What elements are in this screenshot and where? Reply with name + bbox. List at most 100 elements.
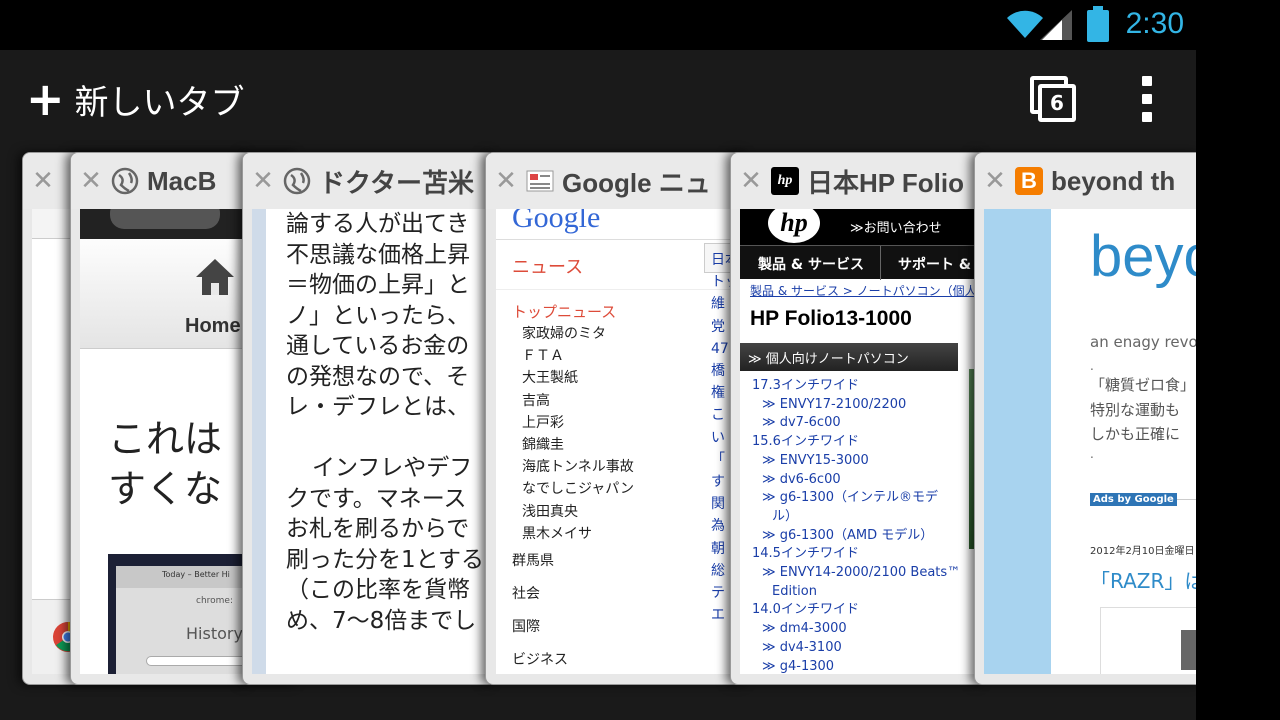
news-topic-link[interactable]: ＦＴＡ [522,345,634,367]
google-logo: Google [512,209,601,234]
wifi-icon [1007,10,1043,39]
article-text: 論する人が出てき 不思議な価格上昇 ＝物価の上昇」と ノ」といったら、 通しているお金の… [286,209,495,636]
tab-thumbnail: hp ≫お問い合わせ 製品 & サービス サポート & 製品 & サービス > … [740,209,985,674]
close-tab-icon[interactable]: ✕ [486,166,526,196]
product-link[interactable]: ル） [752,508,960,527]
hp-logo: hp [768,209,820,243]
new-tab-button[interactable]: + 新しいタブ [26,76,245,123]
text-line: インフレやデフ [312,455,473,481]
tab-thumbnail: Google ニュース トップニュース 家政婦のミタ ＦＴＡ 大王製紙 吉高 上戸彩 錦織… [496,209,749,674]
tab-thumbnail: 論する人が出てき 不思議な価格上昇 ＝物価の上昇」と ノ」といったら、 通しているお金の… [252,209,495,674]
news-topic-link[interactable]: 海底トンネル事故 [522,456,634,478]
product-link[interactable]: 17.3インチワイド [752,377,960,396]
product-link[interactable]: ≫ ENVY17-2100/2200 [752,396,960,415]
overflow-menu-button[interactable] [1136,76,1158,122]
news-icon [526,167,554,195]
separator-dot: . [1090,359,1094,373]
text-line: 不思議な価格上昇 [286,241,470,268]
news-topic-link[interactable]: 錦織圭 [522,434,634,456]
globe-icon [111,167,139,195]
screen: 2:30 + 新しいタブ 6 ✕ ✕ MacB Home これは すくな Tod… [0,0,1280,720]
post-date: 2012年2月10日金曜日 [1090,546,1195,557]
tab-card[interactable]: ✕ B beyond th beyo an enagy revo . 「糖質ゼロ… [974,152,1204,685]
news-categories: 群馬県 社会 国際 ビジネス [512,545,568,674]
news-topic-link[interactable]: 黒木メイサ [522,523,634,545]
product-link[interactable]: 14.5インチワイド [752,545,960,564]
news-category-link[interactable]: 国際 [512,611,568,644]
tab-card[interactable]: ✕ hp 日本HP Folio hp ≫お問い合わせ 製品 & サービス サポー… [730,152,986,685]
product-link[interactable]: 15.6インチワイド [752,433,960,452]
browser-tab-preview: Today – Better Hi [162,570,230,579]
news-topics: 家政婦のミタ ＦＴＡ 大王製紙 吉高 上戸彩 錦織圭 海底トンネル事故 なでしこジャパン 浅田真… [522,323,634,545]
product-link[interactable]: ≫ dv4-3100 [752,639,960,658]
product-link[interactable]: ≫ g6-1300（インテル®モデ [752,489,960,508]
globe-icon [283,167,311,195]
hp-logo-icon: hp [771,167,799,195]
close-tab-icon[interactable]: ✕ [243,166,283,196]
tab-header: ✕ ドクター苫米 [243,153,495,209]
tab-card[interactable]: ✕ ドクター苫米 論する人が出てき 不思議な価格上昇 ＝物価の上昇」と ノ」といったら… [242,152,496,685]
separator-dot: . [1090,447,1094,461]
blog-tagline: an enagy revo [1090,333,1198,351]
close-tab-icon[interactable]: ✕ [23,166,63,196]
page-title: HP Folio13-1000 [750,307,912,330]
product-link[interactable]: 14.0インチワイド [752,601,960,620]
product-link[interactable]: ≫ dv6-6c00 [752,471,960,490]
text-line: 論する人が出てき [286,211,470,237]
news-section-label: ニュース [512,257,584,278]
tab-title: beyond th [1051,165,1176,196]
tab-title: ドクター苫米 [319,167,474,198]
ads-by-google[interactable]: Ads by Google [1090,493,1177,506]
status-bar: 2:30 [0,0,1280,50]
text-line: 通しているお金の [286,333,470,359]
post-title[interactable]: 「RAZR」は [1090,565,1203,594]
close-tab-icon[interactable]: ✕ [71,166,111,196]
product-link[interactable]: ≫ ENVY14-2000/2100 Beats™ [752,564,960,583]
news-topic-link[interactable]: 家政婦のミタ [522,323,634,345]
history-label: History [186,624,243,643]
text-line: （この比率を貨幣 [286,577,470,603]
nav-support[interactable]: サポート & [898,254,971,274]
signal-icon [1040,10,1072,40]
battery-icon [1087,6,1109,42]
product-link[interactable]: ≫ g6-1300（AMD モデル） [752,527,960,546]
product-link[interactable]: ≫ g4-1300 [752,658,960,674]
menu-dot-icon [1142,112,1152,122]
tab-thumbnail: beyo an enagy revo . 「糖質ゼロ食」特別な運動もしかも正確に… [984,209,1203,674]
menu-dot-icon [1142,94,1152,104]
text-line: め、7〜8倍までし [286,607,477,634]
news-category-link[interactable]: ビジネス [512,644,568,674]
tab-count: 6 [1038,84,1076,122]
text-line: の発想なので、そ [286,363,470,390]
news-topic-link[interactable]: 浅田真央 [522,501,634,523]
blogger-icon: B [1015,167,1043,195]
text-line: クです。マネース [286,485,467,512]
news-topic-link[interactable]: 吉高 [522,390,634,412]
tab-title: 日本HP Folio [807,167,964,198]
text-line: ＝物価の上昇」と [286,272,470,298]
excerpt-line: 特別な運動も [1090,400,1181,419]
text-line [286,423,495,454]
text-line: お札を刷るからで [286,516,470,542]
tab-header: ✕ B beyond th [975,153,1203,209]
product-link[interactable]: ≫ dv7-6c00 [752,414,960,433]
news-topic-link[interactable]: 上戸彩 [522,412,634,434]
tab-count-button[interactable]: 6 [1030,76,1076,122]
contact-link[interactable]: ≫お問い合わせ [850,217,942,236]
close-tab-icon[interactable]: ✕ [731,166,771,196]
product-link[interactable]: ≫ ENVY15-3000 [752,452,960,471]
address-preview: chrome: [196,596,233,606]
news-topic-link[interactable]: 大王製紙 [522,367,634,389]
close-tab-icon[interactable]: ✕ [975,166,1015,196]
product-link[interactable]: ≫ dm4-3000 [752,620,960,639]
news-category-link[interactable]: 群馬県 [512,545,568,578]
nav-products[interactable]: 製品 & サービス [758,254,864,274]
tab-card[interactable]: ✕ Google ニュ Google ニュース トップニュース 家政婦のミタ ＦＴ… [485,152,750,685]
system-navigation-bar [1196,0,1280,720]
product-list: 17.3インチワイド ≫ ENVY17-2100/2200 ≫ dv7-6c00 15… [752,377,960,674]
breadcrumb[interactable]: 製品 & サービス > ノートパソコン（個人 [750,282,977,299]
product-link[interactable]: Edition [752,583,960,602]
news-category-link[interactable]: 社会 [512,578,568,611]
news-topic-link[interactable]: なでしこジャパン [522,478,634,500]
blog-excerpt: 「糖質ゼロ食」 特別な運動も しかも正確に [1090,373,1195,447]
